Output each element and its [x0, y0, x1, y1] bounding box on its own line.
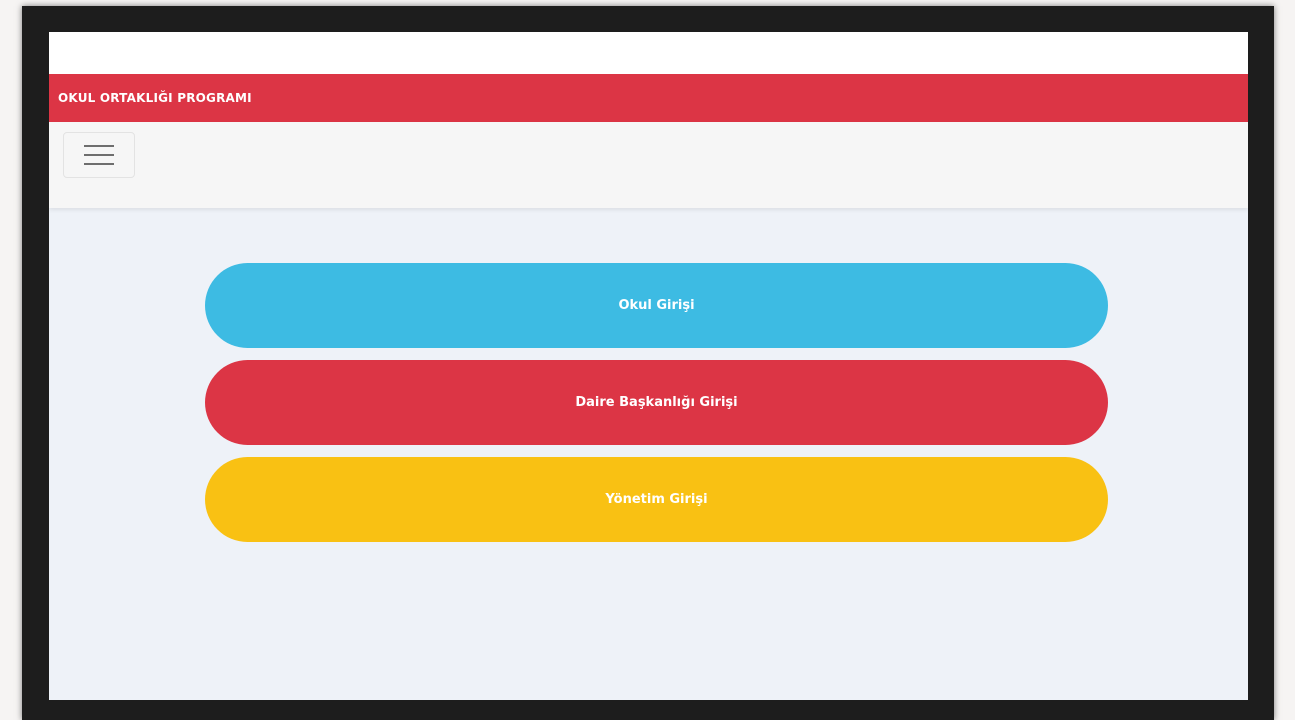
navbar [49, 122, 1248, 208]
top-strip [49, 32, 1248, 74]
management-login-button[interactable]: Yönetim Girişi [205, 457, 1108, 542]
screen-frame: OKUL ORTAKLIĞI PROGRAMI Okul Girişi Dair… [22, 6, 1274, 720]
department-login-button[interactable]: Daire Başkanlığı Girişi [205, 360, 1108, 445]
school-login-button[interactable]: Okul Girişi [205, 263, 1108, 348]
login-options: Okul Girişi Daire Başkanlığı Girişi Yöne… [205, 263, 1108, 554]
hamburger-icon [84, 145, 114, 165]
brand-title: OKUL ORTAKLIĞI PROGRAMI [58, 91, 252, 105]
brand-bar: OKUL ORTAKLIĞI PROGRAMI [49, 74, 1248, 122]
menu-toggle-button[interactable] [63, 132, 135, 178]
app-screen: OKUL ORTAKLIĞI PROGRAMI Okul Girişi Dair… [49, 32, 1248, 700]
